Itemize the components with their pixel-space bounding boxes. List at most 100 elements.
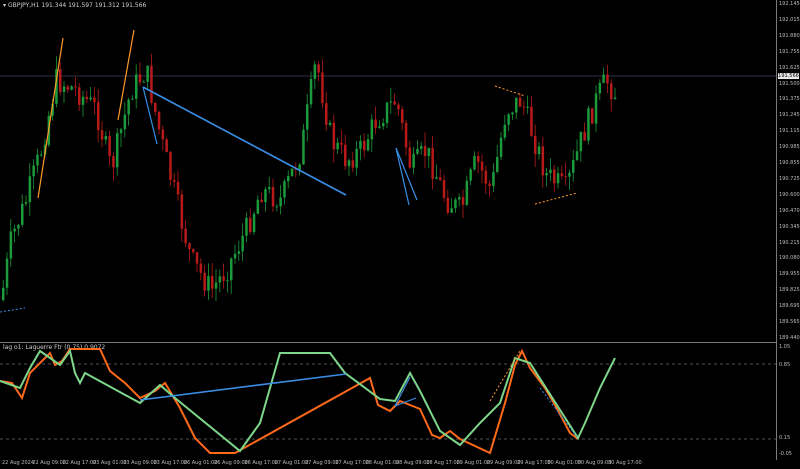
candle-body bbox=[484, 170, 488, 184]
candle-body bbox=[74, 86, 77, 88]
candle-body bbox=[176, 181, 180, 195]
price-tick: 190.470 bbox=[779, 207, 800, 214]
candle-body bbox=[165, 139, 168, 153]
candle-body bbox=[249, 217, 252, 233]
candle-body bbox=[534, 135, 537, 155]
candle-body bbox=[188, 243, 191, 250]
orange-dotted-line bbox=[494, 85, 526, 97]
candle-body bbox=[150, 65, 153, 103]
time-tick: 26 Aug 09:00 bbox=[214, 460, 248, 466]
candle-body bbox=[309, 78, 313, 105]
candle-body bbox=[579, 131, 583, 152]
candle-body bbox=[161, 129, 165, 140]
price-tick: 191.375 bbox=[779, 96, 800, 103]
candle-body bbox=[393, 101, 396, 105]
candle-body bbox=[290, 168, 294, 177]
candle-body bbox=[469, 169, 472, 181]
candle-body bbox=[70, 86, 73, 90]
current-price-label: 191.566 bbox=[778, 73, 799, 79]
candle-body bbox=[222, 276, 225, 281]
candle-body bbox=[93, 97, 96, 103]
candle-body bbox=[195, 252, 199, 264]
candle-body bbox=[355, 148, 358, 168]
price-chart[interactable] bbox=[0, 0, 776, 342]
orange-trendline bbox=[117, 29, 135, 121]
candle-body bbox=[226, 280, 229, 282]
time-tick: 30 Aug 01:00 bbox=[547, 460, 582, 466]
candle-body bbox=[423, 145, 427, 157]
price-tick: 190.215 bbox=[779, 239, 800, 246]
candle-body bbox=[454, 199, 457, 209]
candle-body bbox=[404, 123, 408, 148]
candle-body bbox=[382, 123, 385, 127]
candle-body bbox=[401, 109, 404, 124]
candle-body bbox=[192, 249, 195, 253]
candle-body bbox=[325, 103, 328, 125]
time-tick: 29 Aug 01:00 bbox=[456, 460, 491, 466]
candle-body bbox=[32, 165, 35, 177]
candle-body bbox=[549, 169, 552, 174]
candle-body bbox=[332, 122, 336, 150]
candle-body bbox=[317, 64, 320, 73]
candle-body bbox=[397, 104, 400, 110]
candle-body bbox=[283, 181, 286, 198]
candle-body bbox=[435, 177, 438, 179]
candle-body bbox=[473, 155, 476, 170]
candle-body bbox=[450, 208, 453, 213]
price-tick: 191.500 bbox=[779, 80, 800, 87]
candle-body bbox=[9, 231, 13, 259]
candle-body bbox=[271, 187, 275, 207]
candle-body bbox=[203, 272, 206, 291]
candle-body bbox=[553, 169, 556, 184]
candle-body bbox=[522, 106, 526, 108]
candle-body bbox=[347, 160, 351, 167]
indicator-chart[interactable] bbox=[0, 343, 776, 460]
time-tick: 27 Aug 01:00 bbox=[274, 460, 309, 466]
price-tick: 190.600 bbox=[779, 191, 800, 198]
candle-body bbox=[123, 114, 127, 130]
candle-body bbox=[131, 98, 134, 100]
price-tick: 189.440 bbox=[779, 334, 800, 341]
candle-body bbox=[461, 197, 465, 205]
candle-body bbox=[313, 64, 317, 79]
candle-body bbox=[108, 136, 111, 157]
candle-body bbox=[104, 136, 108, 140]
candle-body bbox=[340, 142, 343, 145]
candle-body bbox=[492, 171, 495, 186]
candle-body bbox=[306, 104, 309, 130]
indicator-tick: 0.85 bbox=[779, 362, 791, 368]
time-tick: 29 Aug 09:00 bbox=[486, 460, 521, 466]
price-tick: 191.880 bbox=[779, 32, 800, 39]
candle-body bbox=[442, 180, 446, 198]
candle-body bbox=[24, 202, 28, 204]
candle-body bbox=[211, 275, 214, 289]
candle-body bbox=[613, 97, 617, 100]
candle-body bbox=[602, 74, 605, 83]
price-tick: 190.080 bbox=[779, 255, 800, 262]
candle-body bbox=[598, 82, 602, 94]
time-tick: 26 Aug 01:00 bbox=[183, 460, 218, 466]
candle-body bbox=[336, 142, 339, 150]
candle-body bbox=[530, 106, 533, 136]
candle-body bbox=[142, 81, 146, 83]
candle-body bbox=[89, 97, 92, 100]
candle-body bbox=[40, 154, 43, 156]
candle-body bbox=[439, 177, 442, 181]
candle-body bbox=[184, 228, 187, 244]
time-tick: 30 Aug 09:00 bbox=[577, 460, 612, 466]
candle-body bbox=[199, 263, 203, 273]
time-tick: 27 Aug 17:00 bbox=[335, 460, 370, 466]
candle-body bbox=[564, 176, 567, 178]
candle-body bbox=[13, 228, 16, 232]
candle-body bbox=[431, 147, 434, 179]
candle-body bbox=[606, 74, 609, 84]
candle-body bbox=[427, 147, 431, 157]
candle-body bbox=[499, 137, 503, 157]
candle-body bbox=[488, 183, 491, 186]
candle-body bbox=[173, 180, 176, 182]
candle-body bbox=[480, 161, 484, 171]
candle-body bbox=[28, 176, 32, 203]
candle-body bbox=[465, 180, 469, 205]
candle-body bbox=[100, 130, 104, 140]
candle-body bbox=[275, 206, 279, 208]
